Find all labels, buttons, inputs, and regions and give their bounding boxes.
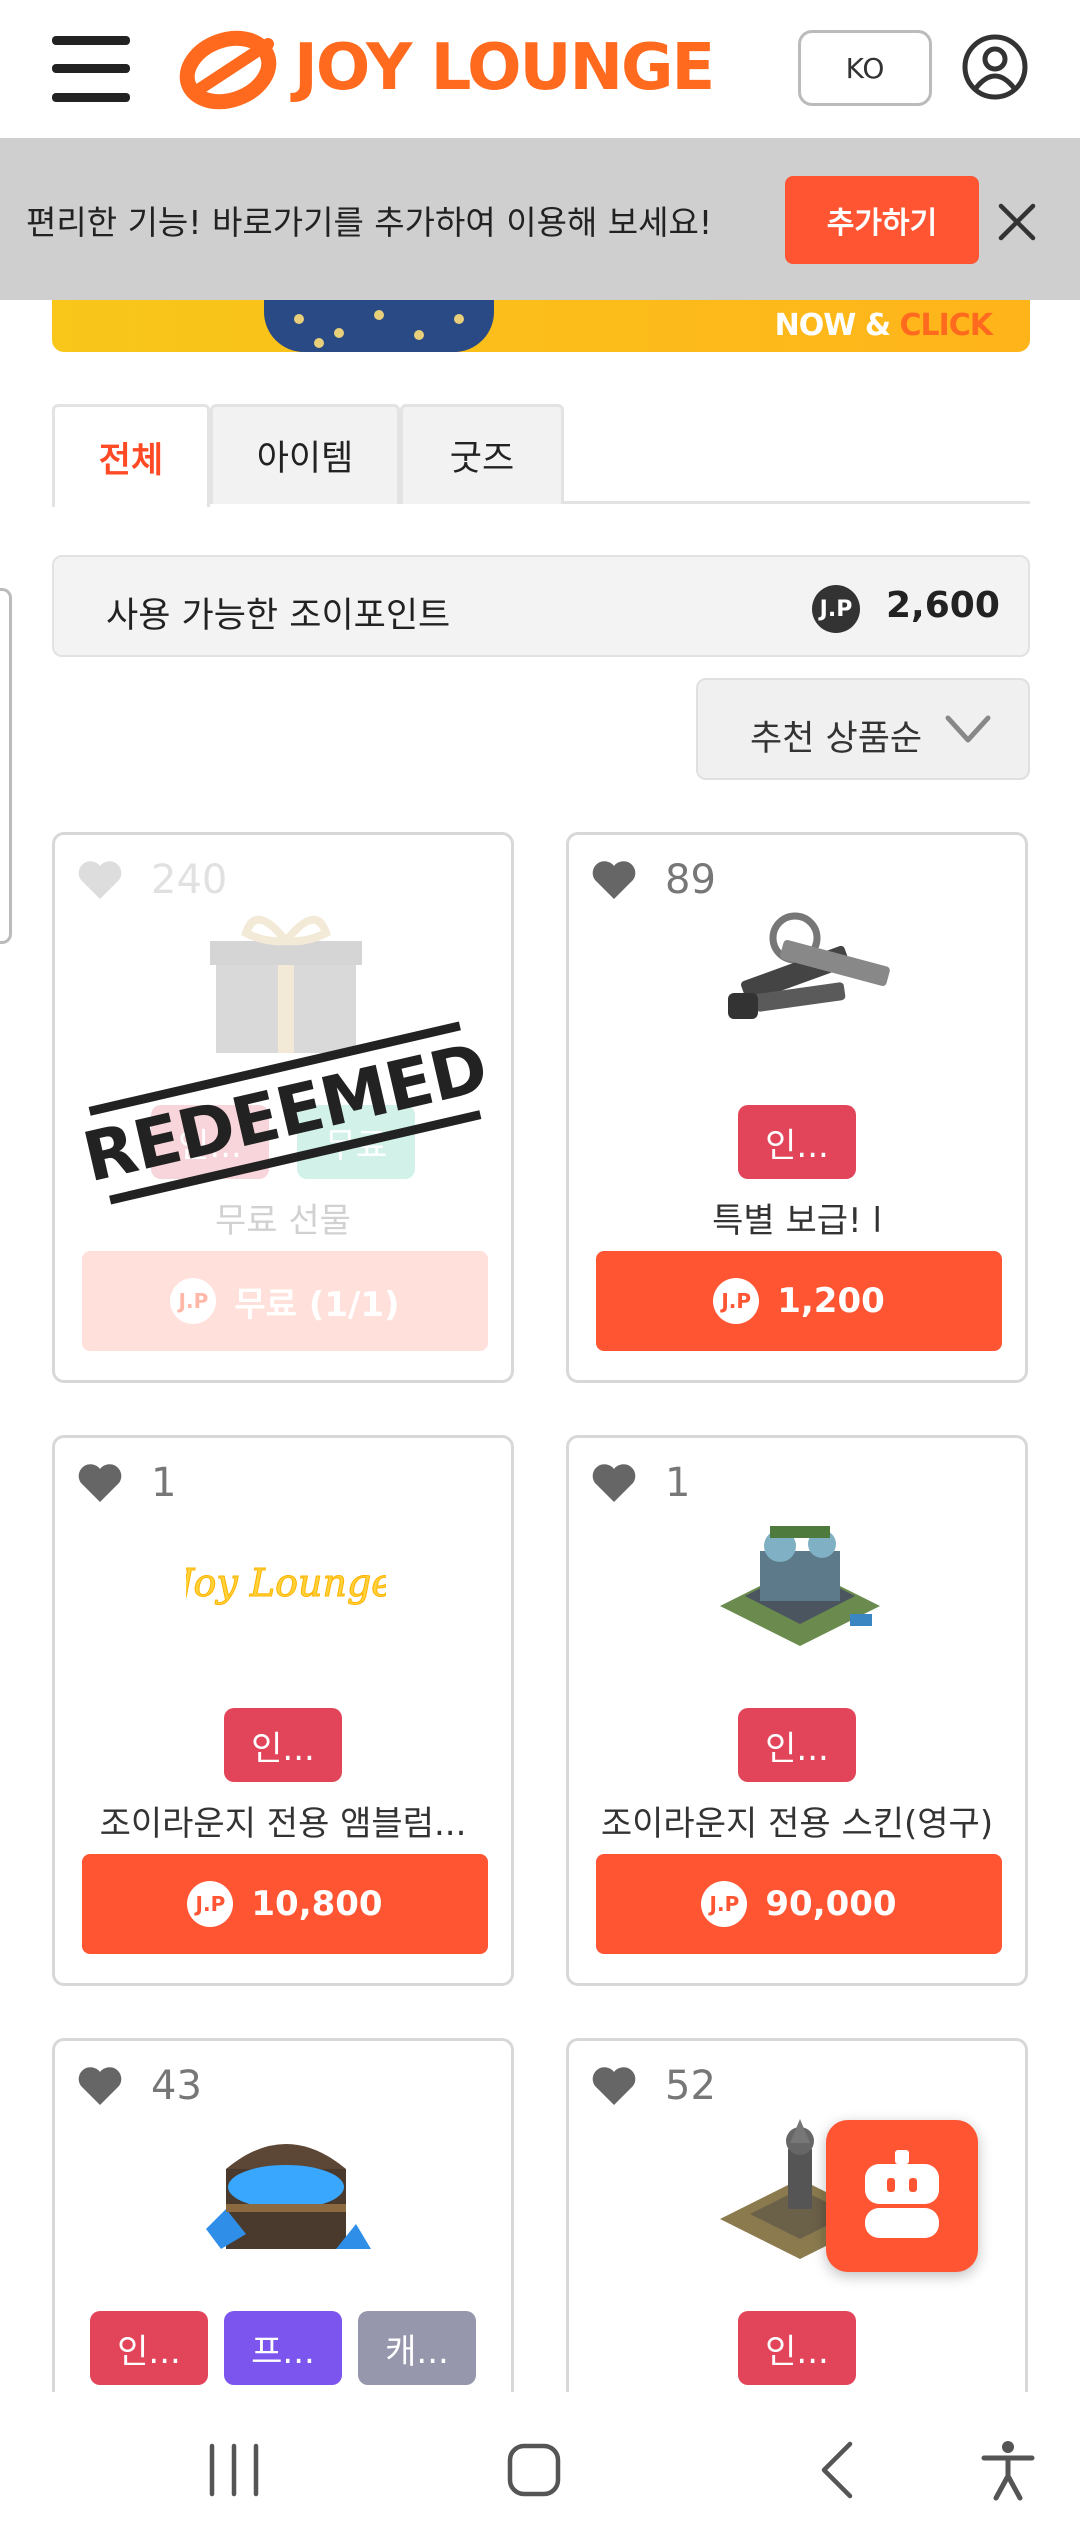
product-name: 조이라운지 전용 앰블럼... [99, 1804, 467, 1844]
svg-text:Joy Lounge: Joy Lounge [186, 1561, 386, 1605]
side-drawer-handle[interactable] [0, 588, 12, 944]
product-card[interactable]: 43 인... 프... 캐... [52, 2038, 514, 2392]
available-points-bar: 사용 가능한 조이포인트 J.P 2,600 [52, 555, 1030, 657]
product-name: 특별 보급! l [712, 1201, 882, 1241]
sort-label: 추천 상품순 [750, 719, 923, 759]
tag: 인... [224, 1708, 342, 1782]
home-icon[interactable] [502, 2438, 566, 2502]
product-tags: 인... [569, 1105, 1025, 1179]
product-card[interactable]: 240 인... 무료 무료 선물 J.P 무료 (1/1) REDEEMED [52, 832, 514, 1383]
points-label: 사용 가능한 조이포인트 [106, 596, 451, 636]
tab-all[interactable]: 전체 [52, 404, 210, 510]
system-nav-bar [0, 2392, 1080, 2546]
tag: 인... [738, 1105, 856, 1179]
like-counter[interactable]: 1 [77, 1460, 176, 1506]
product-tags: 인... 프... 캐... [55, 2311, 511, 2385]
like-counter[interactable]: 1 [591, 1460, 690, 1506]
jp-coin-icon: J.P [701, 1881, 748, 1927]
menu-icon[interactable] [52, 36, 130, 102]
like-counter[interactable]: 89 [591, 857, 716, 903]
treasure-chest-image [206, 2144, 371, 2249]
like-count: 1 [151, 1460, 177, 1506]
product-card[interactable]: 1 인... 조이라운지 전용 스킨(영구) J.P 90,000 [566, 1435, 1028, 1986]
price: 1,200 [777, 1281, 885, 1321]
jp-coin-icon: J.P [187, 1881, 234, 1927]
tab-goods[interactable]: 굿즈 [400, 404, 564, 504]
product-tags: 인... [569, 1708, 1025, 1782]
product-card[interactable]: 1 Joy Lounge 인... 조이라운지 전용 앰블럼... J.P 10… [52, 1435, 514, 1986]
buy-button[interactable]: J.P 90,000 [596, 1854, 1002, 1954]
keys-image [728, 912, 890, 1019]
product-tags: 인... [569, 2311, 1025, 2385]
heart-icon [592, 1464, 636, 1502]
neon-emblem-image: Joy Lounge [186, 1561, 386, 1606]
product-tags: 인... [55, 1708, 511, 1782]
shortcut-message: 편리한 기능! 바로가기를 추가하여 이용해 보세요! [26, 203, 713, 242]
jp-coin-icon: J.P [170, 1278, 217, 1324]
shortcut-banner: 편리한 기능! 바로가기를 추가하여 이용해 보세요! 추가하기 [0, 138, 1080, 300]
jp-coin-icon: J.P [713, 1278, 760, 1324]
heart-icon [592, 2067, 636, 2105]
app-header: JOY LOUNGE KO [0, 0, 1080, 138]
price: 10,800 [251, 1884, 383, 1924]
robot-icon [865, 2150, 939, 2238]
heart-icon [78, 1464, 122, 1502]
tag: 인... [90, 2311, 208, 2385]
tag: 인... [738, 1708, 856, 1782]
heart-icon [78, 2067, 122, 2105]
points-value: 2,600 [886, 585, 1000, 626]
chatbot-button[interactable] [826, 2120, 978, 2272]
building-skin-image [720, 1526, 880, 1646]
add-shortcut-button[interactable]: 추가하기 [785, 176, 979, 264]
jp-coin-icon: J.P [812, 585, 860, 633]
tag: 인... [738, 2311, 856, 2385]
heart-icon [78, 861, 122, 899]
like-counter[interactable]: 52 [591, 2063, 716, 2109]
like-count: 1 [665, 1460, 691, 1506]
like-counter[interactable]: 43 [77, 2063, 202, 2109]
price: 90,000 [765, 1884, 897, 1924]
buy-button[interactable]: J.P 무료 (1/1) [82, 1251, 488, 1351]
promo-figure [264, 300, 494, 352]
accessibility-icon[interactable] [976, 2438, 1040, 2502]
product-name: 무료 선물 [215, 1201, 351, 1241]
tag: 캐... [358, 2311, 476, 2385]
buy-button[interactable]: J.P 10,800 [82, 1854, 488, 1954]
promo-text: NOW & CLICK [774, 308, 993, 343]
logo-mark-icon [179, 30, 277, 110]
product-card[interactable]: 89 인... 특별 보급! l J.P 1,200 [566, 832, 1028, 1383]
joy-lounge-logo[interactable]: JOY LOUNGE [176, 26, 715, 110]
recent-apps-icon[interactable] [202, 2438, 266, 2502]
tab-items[interactable]: 아이템 [210, 404, 400, 504]
language-button[interactable]: KO [798, 30, 932, 106]
category-tabs: 전체 아이템 굿즈 [52, 404, 1030, 510]
close-icon[interactable] [993, 198, 1041, 246]
sort-dropdown[interactable]: 추천 상품순 [696, 678, 1030, 780]
chevron-down-icon [945, 715, 991, 743]
user-icon[interactable] [962, 34, 1028, 100]
product-name: 조이라운지 전용 스킨(영구) [600, 1804, 994, 1844]
tag: 프... [224, 2311, 342, 2385]
gift-box-image [210, 915, 362, 1053]
heart-icon [592, 861, 636, 899]
back-icon[interactable] [808, 2438, 872, 2502]
promo-banner[interactable]: NOW & CLICK [52, 300, 1030, 352]
price: 무료 (1/1) [234, 1284, 400, 1325]
logo-text: JOY LOUNGE [294, 31, 715, 105]
buy-button[interactable]: J.P 1,200 [596, 1251, 1002, 1351]
